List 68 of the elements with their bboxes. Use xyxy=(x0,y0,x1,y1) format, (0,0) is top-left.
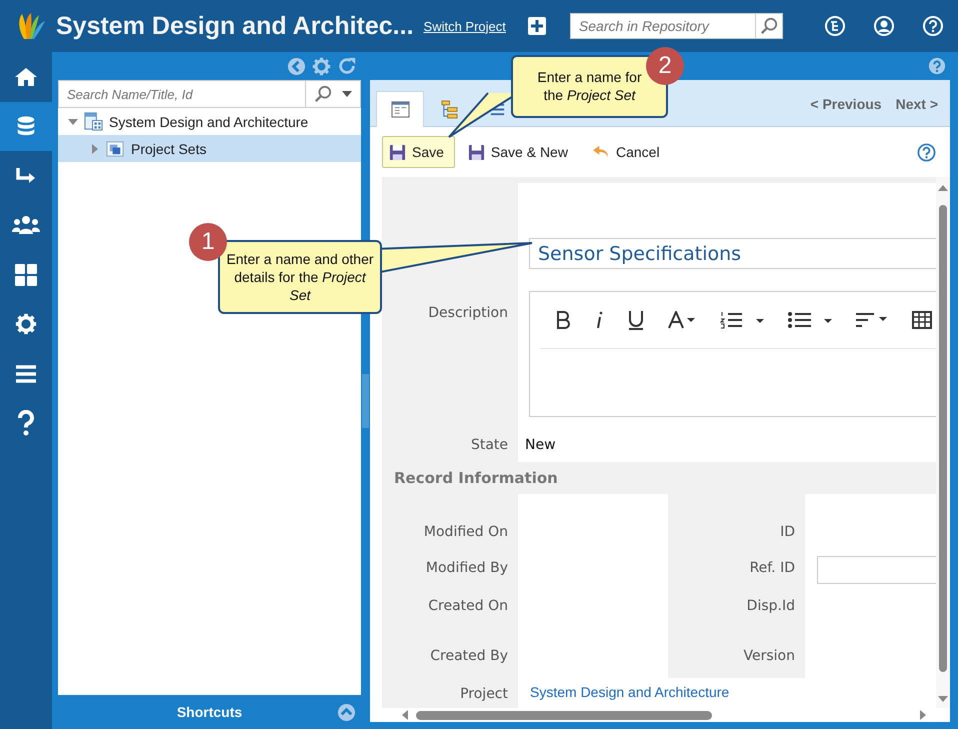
project-icon xyxy=(84,112,103,131)
settings-icon[interactable] xyxy=(312,56,331,76)
repository-search-field[interactable]: Search in Repository xyxy=(570,13,756,39)
search-icon[interactable] xyxy=(314,85,332,103)
settings-icon xyxy=(15,313,37,336)
scroll-right-icon[interactable] xyxy=(920,710,926,720)
cancel-button[interactable]: Cancel xyxy=(584,136,671,168)
caret-icon[interactable] xyxy=(342,91,352,97)
tree-search-field[interactable]: Search Name/Title, Id xyxy=(58,80,306,108)
tree-node[interactable]: Project Sets xyxy=(58,135,361,162)
scroll-up-icon[interactable] xyxy=(938,185,948,191)
field-label: Created By xyxy=(430,648,508,664)
bulleted-list-icon[interactable] xyxy=(788,311,832,329)
field-label: ID xyxy=(780,524,795,540)
search-icon[interactable] xyxy=(760,17,778,35)
undo-arrow-icon xyxy=(592,145,610,159)
table-icon[interactable] xyxy=(912,311,932,329)
scroll-down-icon[interactable] xyxy=(938,696,948,702)
expanded-caret-icon[interactable] xyxy=(68,116,78,126)
ref-id-field[interactable] xyxy=(817,556,936,584)
font-color-icon[interactable] xyxy=(668,311,696,329)
nav-rail-item[interactable] xyxy=(0,102,52,151)
field-label: Disp.Id xyxy=(746,598,795,614)
previous-link[interactable]: < Previous xyxy=(810,96,882,112)
scroll-thumb[interactable] xyxy=(939,205,947,672)
underline-icon[interactable] xyxy=(628,310,644,330)
help-icon[interactable] xyxy=(917,142,936,162)
help-icon xyxy=(17,410,35,436)
field-label: Ref. ID xyxy=(750,560,795,576)
field-label: State xyxy=(470,437,508,453)
user-icon[interactable] xyxy=(872,15,895,37)
align-icon[interactable] xyxy=(856,312,888,328)
folder-set-icon xyxy=(106,139,125,158)
add-icon[interactable] xyxy=(528,17,546,35)
save-button[interactable]: Save & New xyxy=(460,136,579,168)
shortcuts-bar[interactable]: Shortcuts xyxy=(58,695,361,729)
field-label: Modified On xyxy=(424,524,508,540)
state-value: New xyxy=(525,437,556,453)
project-title: System Design and Architec... xyxy=(56,12,414,40)
view-tab[interactable] xyxy=(376,91,424,127)
dashboard-icon xyxy=(15,264,37,286)
users-icon xyxy=(12,215,40,236)
field-label: Project xyxy=(460,686,508,702)
menu-icon xyxy=(15,364,37,384)
next-link[interactable]: Next > xyxy=(896,96,938,112)
field-label: Description xyxy=(428,305,508,321)
form-icon xyxy=(390,101,410,118)
collapsed-caret-icon[interactable] xyxy=(90,144,100,154)
numbered-list-icon[interactable] xyxy=(720,311,764,329)
collapse-left-icon[interactable] xyxy=(287,56,306,76)
section-header: Record Information xyxy=(393,468,559,489)
scroll-left-icon[interactable] xyxy=(402,710,408,720)
expand-up-icon[interactable] xyxy=(337,703,356,722)
scroll-thumb[interactable] xyxy=(416,710,712,720)
field-label: Modified By xyxy=(426,560,508,576)
bold-icon[interactable] xyxy=(556,311,570,329)
refresh-icon[interactable] xyxy=(337,56,357,76)
tree-node[interactable]: System Design and Architecture xyxy=(58,108,361,135)
field-label: Version xyxy=(744,648,795,664)
italic-icon[interactable] xyxy=(594,311,604,329)
vertical-scrollbar[interactable] xyxy=(936,177,950,708)
field-label: Created On xyxy=(428,598,508,614)
splitter-handle[interactable] xyxy=(362,374,369,428)
hierarchy-icon xyxy=(440,100,458,118)
switch-project-link[interactable]: Switch Project xyxy=(424,18,506,34)
callout: Enter a name and other details for the Project Set xyxy=(218,240,382,314)
project-link[interactable]: System Design and Architecture xyxy=(530,678,730,700)
save-button[interactable]: Save xyxy=(382,136,455,168)
